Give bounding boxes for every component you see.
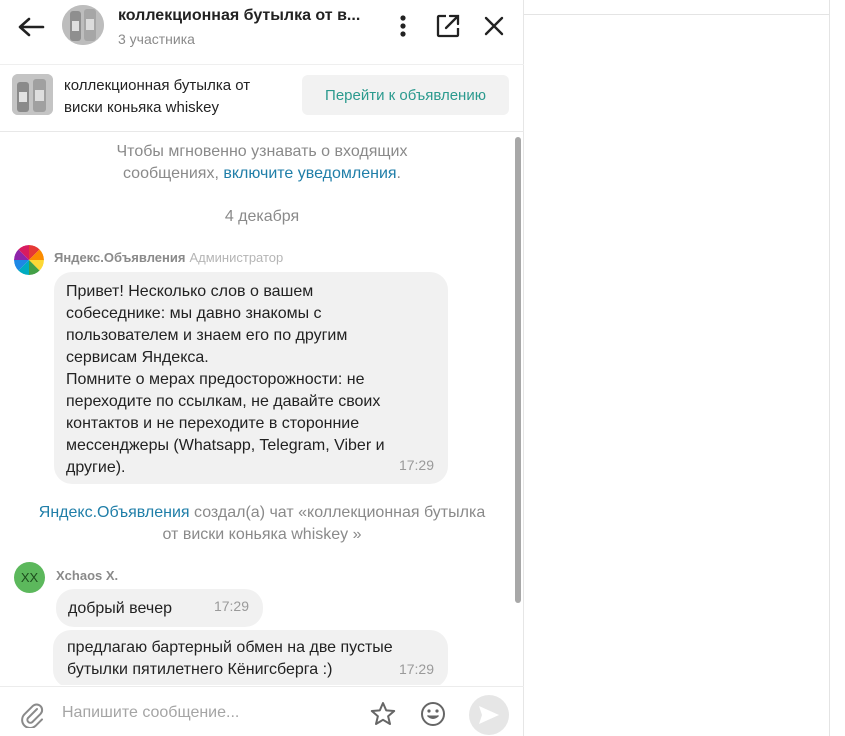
system-text-line-2: от виски коньяка whiskey »: [162, 526, 362, 543]
listing-thumbnail[interactable]: [12, 74, 53, 115]
message-bubble: Привет! Несколько слов о вашем собеседни…: [54, 272, 448, 484]
notice-prefix: сообщениях,: [122, 165, 219, 182]
chat-header: коллекционная бутылка от в... 3 участник…: [0, 0, 524, 56]
chat-title: коллекционная бутылка от в...: [118, 7, 361, 24]
attach-button[interactable]: [18, 701, 46, 729]
close-button[interactable]: [479, 11, 509, 41]
chat-panel: коллекционная бутылка от в... 3 участник…: [0, 0, 524, 736]
message-text: предлагаю бартерный обмен на две пустые …: [67, 639, 393, 678]
messages-area: Чтобы мгновенно узнавать о входящих сооб…: [0, 133, 524, 685]
participants-count: 3 участника: [118, 31, 195, 47]
message-time: 17:29: [398, 457, 434, 473]
close-icon: [484, 16, 504, 36]
user-avatar: XX: [14, 562, 45, 593]
chat-avatar: [62, 5, 104, 45]
star-icon: [370, 702, 396, 725]
yandex-avatar: [14, 245, 44, 275]
send-button[interactable]: [469, 695, 509, 735]
message-time: 17:29: [398, 661, 434, 677]
notice-suffix: .: [396, 165, 401, 182]
favorite-button[interactable]: [368, 699, 398, 729]
divider: [829, 0, 830, 736]
paperclip-icon: [21, 703, 44, 728]
send-icon: [479, 706, 499, 724]
more-button[interactable]: [388, 11, 418, 41]
emoji-button[interactable]: [418, 699, 448, 729]
listing-title[interactable]: коллекционная бутылка от виски коньяка w…: [64, 75, 284, 119]
notifications-notice: Чтобы мгновенно узнавать о входящих сооб…: [0, 141, 524, 185]
message-text: Привет! Несколько слов о вашем собеседни…: [66, 283, 385, 476]
right-panel: [524, 0, 845, 736]
sender-role: Администратор: [189, 250, 284, 265]
sender-line: Яндекс.Объявления Администратор: [54, 250, 283, 265]
open-external-button[interactable]: [433, 11, 463, 41]
smiley-icon: [421, 702, 445, 726]
enable-notifications-link[interactable]: включите уведомления: [223, 165, 396, 182]
message-bubble: предлагаю бартерный обмен на две пустые …: [53, 630, 448, 685]
sender-name: Xchaos X.: [56, 568, 119, 583]
date-separator: 4 декабря: [224, 208, 300, 225]
message-time: 17:29: [213, 598, 249, 614]
more-vertical-icon: [400, 15, 406, 37]
divider: [524, 14, 830, 15]
system-text: создал(а) чат «коллекционная бутылка: [189, 504, 486, 521]
messages-scrollbar[interactable]: [515, 137, 521, 603]
notice-line-1: Чтобы мгновенно узнавать о входящих: [116, 143, 408, 160]
composer: [0, 686, 524, 736]
back-arrow-icon: [18, 17, 45, 37]
back-button[interactable]: [14, 12, 48, 42]
listing-bar: коллекционная бутылка от виски коньяка w…: [0, 64, 524, 132]
external-link-icon: [436, 14, 460, 38]
message-input[interactable]: [62, 699, 342, 727]
system-message: Яндекс.Объявления создал(а) чат «коллекц…: [0, 502, 524, 546]
system-sender-link[interactable]: Яндекс.Объявления: [39, 504, 190, 521]
message-bubble: добрый вечер 17:29: [56, 589, 263, 627]
goto-listing-button[interactable]: Перейти к объявлению: [302, 75, 509, 115]
sender-name: Яндекс.Объявления: [54, 250, 186, 265]
